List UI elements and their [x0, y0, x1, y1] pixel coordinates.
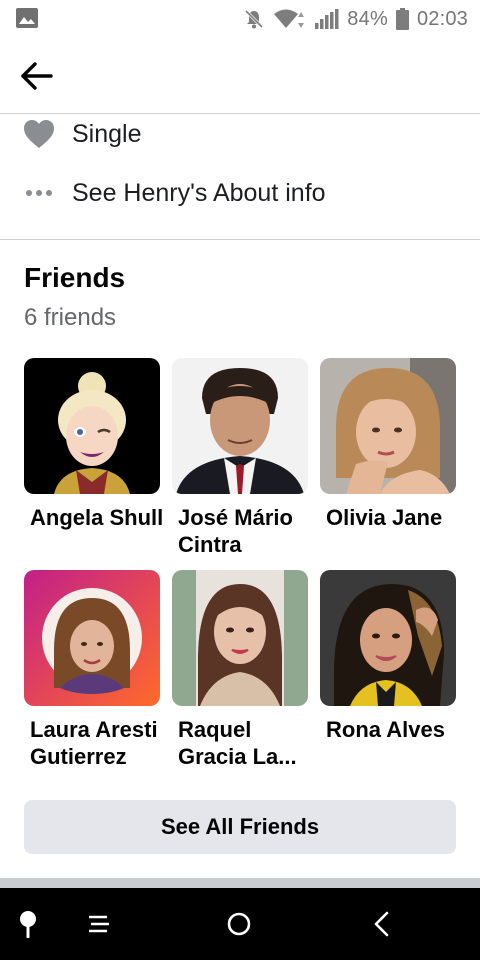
friends-count: 6 friends [24, 304, 117, 331]
clock: 02:03 [416, 7, 468, 30]
app-bar [0, 38, 480, 114]
friend-card[interactable]: Raquel Gracia La... [172, 570, 312, 770]
friend-avatar-photo[interactable] [24, 358, 160, 494]
system-navigation-bar [0, 888, 480, 960]
battery-percent: 84% [347, 7, 388, 30]
menu-button[interactable] [74, 888, 124, 960]
wifi-icon [274, 9, 305, 28]
back-button[interactable] [14, 54, 58, 98]
see-about-info-row[interactable]: See Henry's About info [0, 165, 480, 221]
see-about-info-label[interactable]: See Henry's About info [72, 179, 326, 208]
section-separator [0, 878, 480, 888]
friend-name[interactable]: José Mário Cintra [178, 504, 314, 558]
gallery-icon [16, 8, 38, 28]
friend-name[interactable]: Raquel Gracia La... [178, 716, 314, 770]
home-button[interactable] [214, 888, 264, 960]
arrow-left-icon [21, 62, 53, 90]
pin-button[interactable] [6, 888, 50, 960]
section-divider [0, 239, 480, 240]
friend-avatar-photo[interactable] [172, 570, 308, 706]
see-all-friends-button[interactable]: See All Friends [24, 800, 456, 854]
friend-avatar-photo[interactable] [172, 358, 308, 494]
friend-card[interactable]: Olivia Jane [320, 358, 460, 531]
status-icons: 84% 02:03 [243, 7, 468, 31]
system-back-button[interactable] [356, 888, 406, 960]
mute-icon [245, 9, 264, 29]
battery-icon [395, 8, 409, 30]
heart-icon [22, 117, 56, 151]
relationship-label: Single [72, 119, 142, 148]
menu-icon [89, 915, 109, 933]
more-dots-icon [22, 176, 56, 210]
back-chevron-icon [374, 911, 389, 937]
friend-name[interactable]: Angela Shull [30, 504, 166, 531]
friend-card[interactable]: José Mário Cintra [172, 358, 312, 558]
friend-name[interactable]: Rona Alves [326, 716, 462, 743]
home-circle-icon [227, 912, 251, 936]
pin-icon [20, 911, 36, 938]
friend-avatar-photo[interactable] [320, 570, 456, 706]
friends-heading: Friends [24, 262, 126, 293]
friend-card[interactable]: Angela Shull [24, 358, 164, 531]
friend-avatar-photo[interactable] [24, 570, 160, 706]
friend-card[interactable]: Rona Alves [320, 570, 460, 743]
friend-card[interactable]: Laura Aresti Gutierrez [24, 570, 164, 770]
friend-name[interactable]: Laura Aresti Gutierrez [30, 716, 166, 770]
friend-name[interactable]: Olivia Jane [326, 504, 462, 531]
friend-avatar-photo[interactable] [320, 358, 456, 494]
signal-icon [315, 9, 339, 29]
relationship-row: Single [0, 106, 480, 162]
status-bar: 84% 02:03 [0, 0, 480, 38]
